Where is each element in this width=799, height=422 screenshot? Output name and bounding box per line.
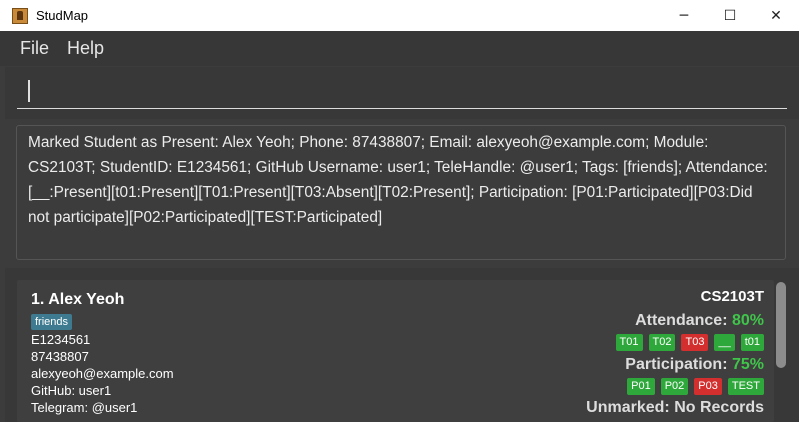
list-scrollbar[interactable] xyxy=(776,282,786,368)
result-display[interactable]: Marked Student as Present: Alex Yeoh; Ph… xyxy=(16,125,786,260)
student-email: alexyeoh@example.com xyxy=(31,366,174,381)
student-card[interactable]: 1. Alex Yeoh friends E1234561 87438807 a… xyxy=(17,280,774,422)
student-name: 1. Alex Yeoh xyxy=(31,291,125,308)
participation-summary: Participation: 75% xyxy=(625,356,764,374)
participation-badge: P02 xyxy=(660,378,689,395)
menu-file[interactable]: File xyxy=(20,38,49,59)
window-title: StudMap xyxy=(36,8,89,23)
attendance-label: Attendance: xyxy=(635,312,732,329)
student-list-panel[interactable]: 1. Alex Yeoh friends E1234561 87438807 a… xyxy=(5,268,799,422)
unmarked-summary: Unmarked: No Records xyxy=(586,399,764,417)
module-code: CS2103T xyxy=(700,288,764,305)
unmarked-label: Unmarked: xyxy=(586,399,675,416)
attendance-badges: T01 T02 T03 __ t01 xyxy=(615,334,764,351)
attendance-badge: __ xyxy=(714,334,735,351)
app-logo-icon xyxy=(12,7,28,24)
close-button[interactable]: ✕ xyxy=(753,0,799,31)
student-github: GitHub: user1 xyxy=(31,383,112,398)
participation-badges: P01 P02 P03 TEST xyxy=(627,378,764,395)
attendance-badge: T01 xyxy=(615,334,643,351)
attendance-summary: Attendance: 80% xyxy=(635,312,764,330)
command-box xyxy=(5,67,799,119)
student-phone: 87438807 xyxy=(31,349,89,364)
maximize-button[interactable]: ☐ xyxy=(707,0,753,31)
attendance-percent: 80% xyxy=(731,312,764,329)
menu-bar: File Help xyxy=(0,31,799,66)
unmarked-value: No Records xyxy=(674,399,764,416)
participation-percent: 75% xyxy=(731,356,764,373)
participation-badge: TEST xyxy=(727,378,764,395)
minimize-button[interactable]: ─ xyxy=(661,0,707,31)
student-id: E1234561 xyxy=(31,332,91,347)
student-telegram: Telegram: @user1 xyxy=(31,400,138,415)
result-message: Marked Student as Present: Alex Yeoh; Ph… xyxy=(28,134,768,226)
command-input[interactable] xyxy=(17,75,787,109)
window-controls: ─ ☐ ✕ xyxy=(661,0,799,31)
attendance-badge: t01 xyxy=(740,334,764,351)
app-window: StudMap ─ ☐ ✕ File Help Marked Student a… xyxy=(0,0,799,422)
attendance-badge: T02 xyxy=(648,334,676,351)
participation-badge: P01 xyxy=(627,378,655,395)
title-bar: StudMap ─ ☐ ✕ xyxy=(0,0,799,31)
attendance-badge: T03 xyxy=(681,334,709,351)
participation-label: Participation: xyxy=(625,356,732,373)
participation-badge: P03 xyxy=(694,378,722,395)
text-caret xyxy=(28,80,30,102)
menu-help[interactable]: Help xyxy=(67,38,104,59)
tag-badge: friends xyxy=(31,314,73,330)
